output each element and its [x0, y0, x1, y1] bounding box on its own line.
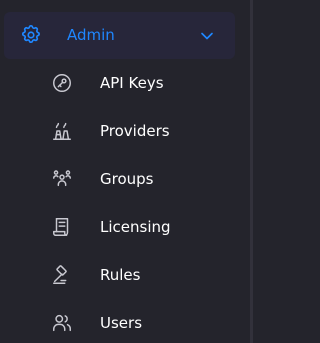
sidebar-item-api-keys[interactable]: API Keys: [40, 63, 230, 103]
gear-icon: [20, 24, 42, 46]
admin-sidebar: Admin API Keys Providers Groups Licensin…: [0, 0, 253, 343]
admin-section-toggle[interactable]: Admin: [4, 12, 235, 59]
groups-icon: [51, 168, 73, 190]
chevron-down-icon: [197, 26, 217, 46]
users-icon: [51, 312, 73, 334]
sidebar-item-label: Providers: [100, 122, 170, 140]
sidebar-item-label: Groups: [100, 170, 154, 188]
sidebar-item-label: API Keys: [100, 74, 164, 92]
key-icon: [51, 72, 73, 94]
sidebar-item-providers[interactable]: Providers: [40, 111, 230, 151]
providers-icon: [51, 120, 73, 142]
sidebar-scroll-edge: [250, 0, 253, 343]
sidebar-item-rules[interactable]: Rules: [40, 255, 230, 295]
gavel-icon: [51, 264, 73, 286]
sidebar-item-label: Users: [100, 314, 143, 332]
sidebar-item-groups[interactable]: Groups: [40, 159, 230, 199]
sidebar-item-label: Rules: [100, 266, 141, 284]
license-icon: [51, 216, 73, 238]
sidebar-item-licensing[interactable]: Licensing: [40, 207, 230, 247]
admin-section-title: Admin: [67, 26, 115, 44]
sidebar-item-users[interactable]: Users: [40, 303, 230, 343]
sidebar-item-label: Licensing: [100, 218, 171, 236]
